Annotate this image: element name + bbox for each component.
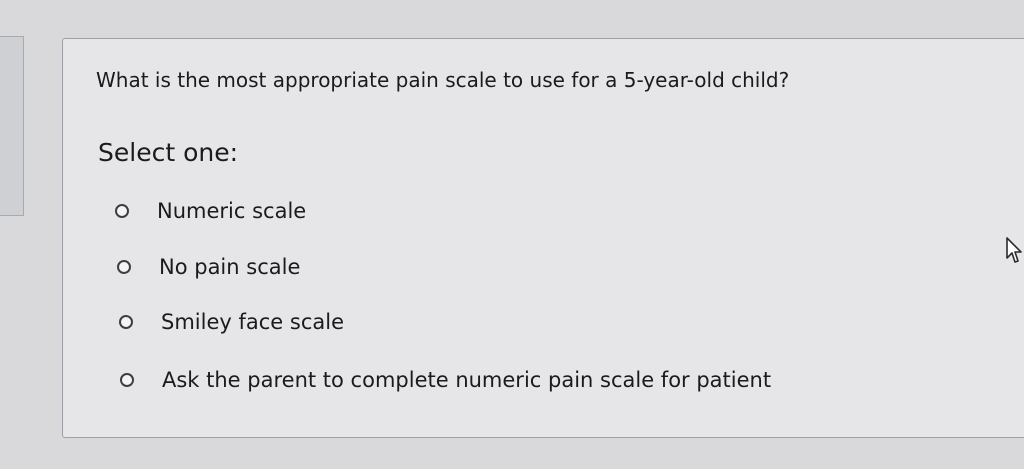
radio-button-icon[interactable] [117, 260, 131, 274]
mouse-pointer-icon [1006, 237, 1022, 263]
option-smiley-face-scale[interactable]: Smiley face scale [119, 310, 344, 334]
option-ask-parent[interactable]: Ask the parent to complete numeric pain … [120, 368, 771, 392]
radio-button-icon[interactable] [119, 315, 133, 329]
radio-button-icon[interactable] [115, 204, 129, 218]
select-one-label: Select one: [98, 138, 239, 167]
radio-button-icon[interactable] [120, 373, 134, 387]
option-label: Numeric scale [157, 199, 307, 223]
question-text: What is the most appropriate pain scale … [96, 68, 790, 92]
option-no-pain-scale[interactable]: No pain scale [117, 255, 300, 279]
option-label: No pain scale [159, 255, 301, 279]
option-label: Smiley face scale [161, 310, 344, 334]
left-side-panel [0, 36, 24, 216]
option-label: Ask the parent to complete numeric pain … [162, 368, 772, 392]
option-numeric-scale[interactable]: Numeric scale [115, 199, 306, 223]
